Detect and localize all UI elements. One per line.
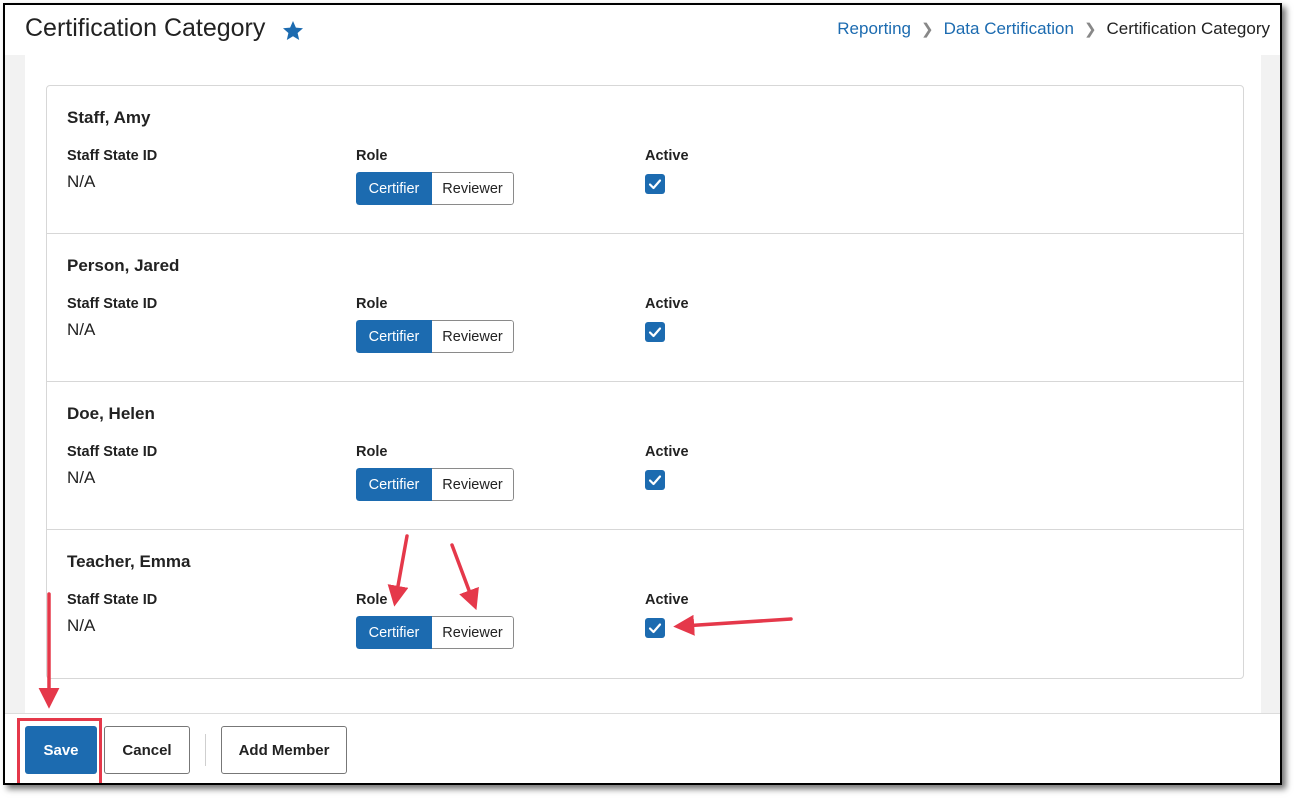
active-label: Active bbox=[645, 592, 689, 608]
app-window: Certification Category Reporting ❯ Data … bbox=[3, 3, 1282, 785]
active-label: Active bbox=[645, 148, 689, 164]
staff-state-id-label: Staff State ID bbox=[67, 296, 158, 312]
member-row: Doe, Helen Staff State ID N/A Role Certi… bbox=[47, 382, 1243, 530]
active-checkbox[interactable] bbox=[645, 322, 665, 342]
breadcrumb-current: Certification Category bbox=[1106, 19, 1270, 38]
role-label: Role bbox=[356, 148, 388, 164]
role-certifier-button[interactable]: Certifier bbox=[356, 172, 432, 205]
staff-state-id-label: Staff State ID bbox=[67, 444, 158, 460]
staff-state-id-label: Staff State ID bbox=[67, 592, 158, 608]
active-label: Active bbox=[645, 296, 689, 312]
role-certifier-button[interactable]: Certifier bbox=[356, 468, 432, 501]
role-toggle: Certifier Reviewer bbox=[356, 320, 514, 353]
divider bbox=[205, 734, 206, 766]
content-area: Staff, Amy Staff State ID N/A Role Certi… bbox=[25, 55, 1261, 713]
checkmark-icon bbox=[648, 475, 662, 486]
role-label: Role bbox=[356, 444, 388, 460]
save-button[interactable]: Save bbox=[25, 726, 97, 774]
staff-state-id-value: N/A bbox=[67, 616, 96, 635]
chevron-right-icon: ❯ bbox=[920, 21, 934, 38]
member-name: Teacher, Emma bbox=[67, 552, 191, 571]
active-checkbox[interactable] bbox=[645, 174, 665, 194]
role-toggle: Certifier Reviewer bbox=[356, 172, 514, 205]
staff-state-id-label: Staff State ID bbox=[67, 148, 158, 164]
cancel-button[interactable]: Cancel bbox=[104, 726, 190, 774]
active-checkbox[interactable] bbox=[645, 618, 665, 638]
role-label: Role bbox=[356, 296, 388, 312]
member-name: Doe, Helen bbox=[67, 404, 155, 423]
page-header: Certification Category Reporting ❯ Data … bbox=[5, 5, 1280, 55]
checkmark-icon bbox=[648, 179, 662, 190]
members-panel: Staff, Amy Staff State ID N/A Role Certi… bbox=[46, 85, 1244, 679]
checkmark-icon bbox=[648, 623, 662, 634]
member-row: Person, Jared Staff State ID N/A Role Ce… bbox=[47, 234, 1243, 382]
active-checkbox[interactable] bbox=[645, 470, 665, 490]
add-member-button[interactable]: Add Member bbox=[221, 726, 347, 774]
staff-state-id-value: N/A bbox=[67, 172, 96, 191]
breadcrumb: Reporting ❯ Data Certification ❯ Certifi… bbox=[837, 19, 1270, 39]
role-certifier-button[interactable]: Certifier bbox=[356, 320, 432, 353]
chevron-right-icon: ❯ bbox=[1083, 21, 1097, 38]
role-toggle: Certifier Reviewer bbox=[356, 468, 514, 501]
role-label: Role bbox=[356, 592, 388, 608]
page-title: Certification Category bbox=[25, 14, 266, 42]
member-name: Staff, Amy bbox=[67, 108, 151, 127]
star-icon[interactable] bbox=[281, 19, 305, 43]
role-reviewer-button[interactable]: Reviewer bbox=[432, 616, 514, 649]
role-toggle: Certifier Reviewer bbox=[356, 616, 514, 649]
role-certifier-button[interactable]: Certifier bbox=[356, 616, 432, 649]
role-reviewer-button[interactable]: Reviewer bbox=[432, 320, 514, 353]
member-name: Person, Jared bbox=[67, 256, 180, 275]
staff-state-id-value: N/A bbox=[67, 320, 96, 339]
role-reviewer-button[interactable]: Reviewer bbox=[432, 468, 514, 501]
staff-state-id-value: N/A bbox=[67, 468, 96, 487]
member-row: Staff, Amy Staff State ID N/A Role Certi… bbox=[47, 86, 1243, 234]
checkmark-icon bbox=[648, 327, 662, 338]
member-row: Teacher, Emma Staff State ID N/A Role Ce… bbox=[47, 530, 1243, 678]
breadcrumb-data-certification[interactable]: Data Certification bbox=[944, 19, 1074, 39]
role-reviewer-button[interactable]: Reviewer bbox=[432, 172, 514, 205]
action-bar: Save Cancel Add Member bbox=[5, 713, 1280, 783]
breadcrumb-reporting[interactable]: Reporting bbox=[837, 19, 911, 39]
active-label: Active bbox=[645, 444, 689, 460]
